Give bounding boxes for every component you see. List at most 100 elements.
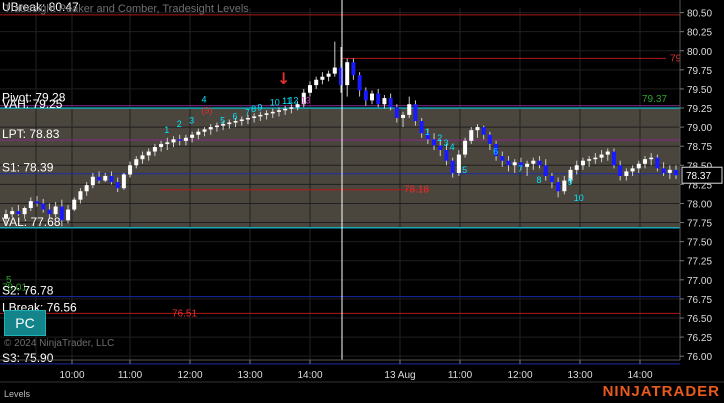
candle-body <box>450 160 455 173</box>
candle-body <box>90 176 95 186</box>
candle-body <box>562 180 567 192</box>
candle-body <box>525 163 530 167</box>
candle-body <box>674 169 678 176</box>
candle-body <box>16 211 21 215</box>
panel-label: Levels <box>4 389 31 399</box>
y-tick-label: 78.75 <box>687 142 712 153</box>
level-label-s3: S3: 75.90 <box>2 351 54 365</box>
candle-body <box>413 104 418 122</box>
candle-body <box>661 168 666 173</box>
candle-body <box>53 206 58 215</box>
candle-body <box>432 139 437 146</box>
candle-body <box>667 169 672 173</box>
candle-body <box>171 139 176 143</box>
candle-body <box>475 127 480 131</box>
candle-body <box>580 160 585 166</box>
count-label: 7 <box>518 164 523 174</box>
count-label: 1 <box>164 125 169 135</box>
candle-body <box>202 129 207 132</box>
candle-body <box>531 160 536 164</box>
price-label: 79.37 <box>642 94 667 105</box>
level-label-lpt: LPT: 78.83 <box>2 127 60 141</box>
x-tick-label: 10:00 <box>59 370 84 381</box>
candle-body <box>214 125 219 128</box>
candle-body <box>140 155 145 160</box>
y-tick-label: 77.75 <box>687 219 712 230</box>
level-label-vah: VAH: 79.25 <box>2 97 63 111</box>
count-label: 4 <box>450 142 455 152</box>
candle-body <box>500 156 505 161</box>
count-label: 9 <box>568 177 573 187</box>
count-label: 7 <box>245 108 250 118</box>
count-label: 8 <box>537 175 542 185</box>
candle-body <box>611 151 616 166</box>
count-label: 8 <box>251 104 256 114</box>
candle-body <box>10 211 15 215</box>
copyright-text: © 2024 NinjaTrader, LLC <box>4 338 115 349</box>
level-label-s1: S1: 78.39 <box>2 161 54 175</box>
y-tick-label: 76.00 <box>687 352 712 363</box>
count-label: 6 <box>233 111 238 121</box>
y-tick-label: 80.00 <box>687 47 712 58</box>
candle-body <box>28 201 33 209</box>
price-label: 76.51 <box>172 308 197 319</box>
candle-body <box>22 208 27 215</box>
price-label: 78.18 <box>404 185 429 196</box>
count-label: 2 <box>437 133 442 143</box>
candle-body <box>593 157 598 160</box>
count-label: 1 <box>425 127 430 137</box>
candle-body <box>574 165 579 170</box>
level-label-s2: S2: 76.78 <box>2 284 54 298</box>
candle-body <box>252 116 257 118</box>
y-tick-label: 76.75 <box>687 295 712 306</box>
candle-body <box>407 104 412 115</box>
candle-body <box>47 209 52 215</box>
x-tick-label: 12:00 <box>507 370 532 381</box>
count-label: 9 <box>257 102 262 112</box>
candle-body <box>239 119 244 122</box>
x-tick-label: 11:00 <box>448 370 473 381</box>
candle-body <box>227 122 232 125</box>
candle-body <box>587 159 592 161</box>
candle-body <box>103 175 108 181</box>
candle-body <box>115 182 120 189</box>
candle-body <box>599 154 604 158</box>
count-label: 5 <box>220 115 225 125</box>
y-tick-label: 77.50 <box>687 238 712 249</box>
x-tick-label: 13 Aug <box>384 370 415 381</box>
y-tick-label: 80.50 <box>687 9 712 20</box>
count-label: 12 <box>288 95 298 105</box>
candle-body <box>190 134 195 138</box>
last-price-label: 78.37 <box>686 171 711 182</box>
candle-body <box>394 107 399 118</box>
candle-body <box>456 154 461 173</box>
pc-button[interactable]: PC <box>4 310 46 336</box>
candle-body <box>109 175 114 183</box>
count-label: 5 <box>462 165 467 175</box>
candle-body <box>121 174 126 189</box>
candle-body <box>289 107 294 109</box>
candle-body <box>605 151 610 155</box>
candle-body <box>357 75 362 91</box>
candle-body <box>345 62 350 86</box>
y-tick-label: 77.00 <box>687 276 712 287</box>
level-label-val: VAL: 77.68 <box>2 215 61 229</box>
candle-body <box>401 114 406 118</box>
candle-body <box>196 131 201 135</box>
count-label: 10 <box>270 98 280 108</box>
count-label: 3 <box>443 138 448 148</box>
candle-body <box>487 134 492 144</box>
candle-body <box>320 76 325 80</box>
candle-body <box>481 127 486 135</box>
candle-body <box>159 143 164 147</box>
candle-body <box>382 98 387 105</box>
candle-body <box>208 127 213 130</box>
candle-body <box>84 185 89 192</box>
candle-body <box>326 73 331 77</box>
candle-body <box>270 111 275 114</box>
candle-body <box>549 175 554 183</box>
candle-body <box>419 121 424 134</box>
candle-body <box>351 62 356 76</box>
count-label: 10 <box>574 193 584 203</box>
count-label: 4 <box>202 95 207 105</box>
